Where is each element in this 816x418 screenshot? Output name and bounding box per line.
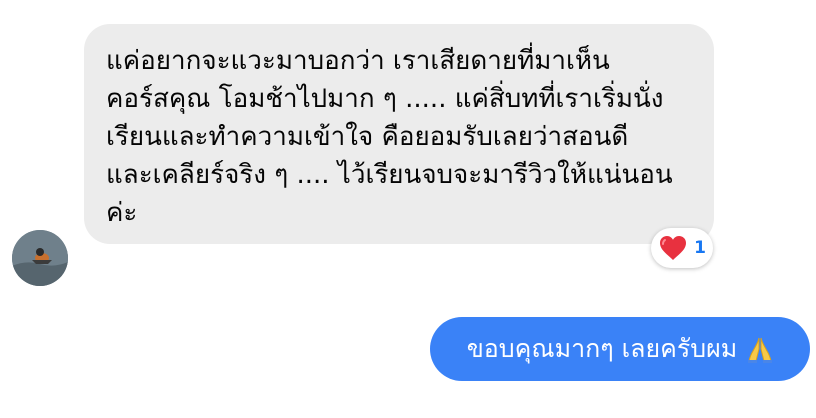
reaction-count: 1: [694, 238, 706, 258]
avatar-photo-icon: [12, 230, 68, 286]
heart-icon: [660, 236, 687, 260]
pray-icon: [748, 337, 773, 363]
sender-avatar[interactable]: [12, 230, 68, 286]
outgoing-message-text: ขอบคุณมากๆ เลยครับผม: [466, 334, 738, 363]
incoming-message-bubble[interactable]: แค่อยากจะแวะมาบอกว่า เราเสียดายที่มาเห็น…: [84, 24, 714, 244]
outgoing-message-bubble[interactable]: ขอบคุณมากๆ เลยครับผม: [430, 317, 810, 381]
message-reaction[interactable]: 1: [651, 228, 713, 268]
